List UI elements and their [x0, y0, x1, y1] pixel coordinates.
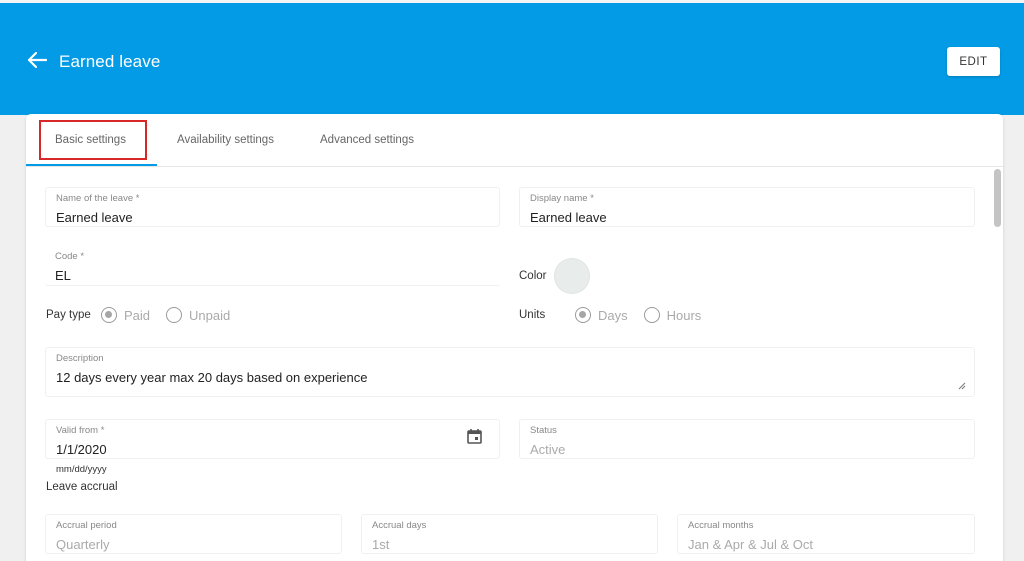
- code-field[interactable]: Code * EL: [45, 246, 500, 286]
- pay-type-label: Pay type: [46, 309, 91, 321]
- units-label: Units: [519, 309, 546, 321]
- date-format-hint: mm/dd/yyyy: [56, 464, 107, 475]
- resize-grip-icon[interactable]: [958, 382, 966, 390]
- display-name-value: Earned leave: [530, 210, 607, 225]
- accrual-months-value: Jan & Apr & Jul & Oct: [688, 537, 813, 552]
- units-hours-label: Hours: [666, 307, 702, 323]
- accrual-days-label: Accrual days: [372, 520, 427, 531]
- valid-from-value: 1/1/2020: [56, 442, 107, 457]
- accrual-months-label: Accrual months: [688, 520, 754, 531]
- display-name-label: Display name *: [530, 193, 594, 204]
- leave-name-label: Name of the leave *: [56, 193, 140, 204]
- accrual-period-value: Quarterly: [56, 537, 110, 552]
- active-tab-indicator: [26, 164, 157, 166]
- units-radio-group: Days Hours: [575, 307, 717, 323]
- accrual-days-field: Accrual days 1st: [361, 514, 658, 554]
- edit-button[interactable]: EDIT: [947, 47, 1000, 76]
- status-field: Status Active: [519, 419, 975, 459]
- units-days-radio[interactable]: [575, 307, 591, 323]
- color-label: Color: [519, 270, 547, 282]
- tab-availability-settings[interactable]: Availability settings: [177, 134, 274, 146]
- color-swatch[interactable]: [555, 259, 589, 293]
- units-hours-radio[interactable]: [643, 307, 660, 323]
- pay-type-paid-label: Paid: [124, 307, 151, 323]
- pay-type-paid-radio[interactable]: [101, 307, 117, 323]
- accrual-period-label: Accrual period: [56, 520, 117, 531]
- tab-advanced-settings[interactable]: Advanced settings: [320, 134, 414, 146]
- description-label: Description: [56, 353, 104, 364]
- display-name-field[interactable]: Display name * Earned leave: [519, 187, 975, 227]
- accrual-days-value: 1st: [372, 537, 390, 552]
- accrual-months-field: Accrual months Jan & Apr & Jul & Oct: [677, 514, 975, 554]
- page-title: Earned leave: [59, 52, 161, 71]
- leave-accrual-heading: Leave accrual: [46, 481, 118, 493]
- units-days-label: Days: [598, 307, 628, 323]
- vertical-scrollbar[interactable]: [994, 169, 1001, 227]
- status-value: Active: [530, 442, 566, 457]
- status-label: Status: [530, 425, 557, 436]
- valid-from-label: Valid from *: [56, 425, 105, 436]
- settings-card: Basic settings Availability settings Adv…: [26, 114, 1003, 561]
- valid-from-field[interactable]: Valid from * 1/1/2020: [45, 419, 500, 459]
- leave-name-value: Earned leave: [56, 210, 133, 225]
- calendar-icon[interactable]: [466, 428, 483, 445]
- highlight-annotation-box: [39, 120, 147, 160]
- accrual-period-field: Accrual period Quarterly: [45, 514, 342, 554]
- tab-bar: Basic settings Availability settings Adv…: [26, 114, 1003, 167]
- code-value: EL: [55, 268, 71, 283]
- back-arrow-icon[interactable]: [26, 50, 48, 70]
- description-field[interactable]: Description 12 days every year max 20 da…: [45, 347, 975, 397]
- page-header: Earned leave EDIT: [0, 3, 1024, 115]
- leave-name-field[interactable]: Name of the leave * Earned leave: [45, 187, 500, 227]
- pay-type-unpaid-label: Unpaid: [189, 307, 231, 323]
- description-value: 12 days every year max 20 days based on …: [56, 370, 368, 385]
- pay-type-unpaid-radio[interactable]: [166, 307, 183, 323]
- pay-type-radio-group: Paid Unpaid: [101, 307, 246, 323]
- code-label: Code *: [55, 251, 85, 262]
